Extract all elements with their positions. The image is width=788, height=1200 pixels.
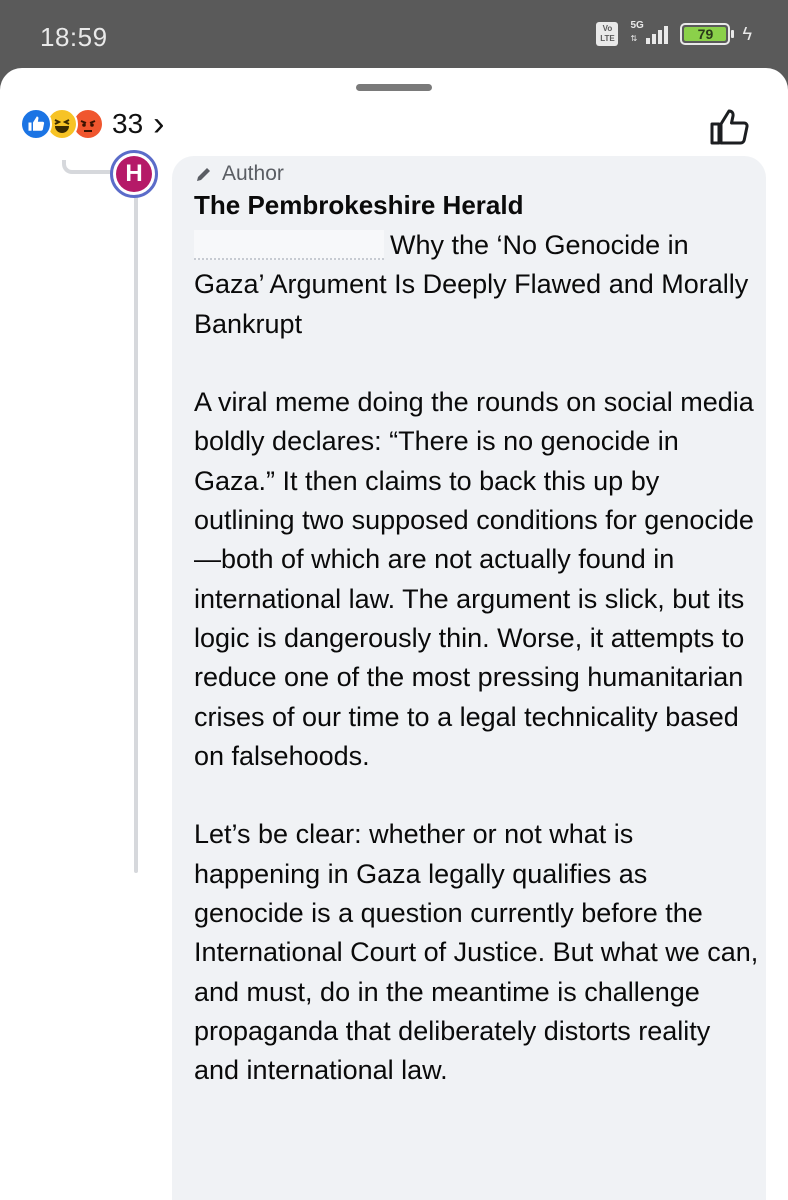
battery-icon: 79 (680, 23, 735, 45)
status-icons: Vo LTE 5G ⇅ 79 ϟ (596, 20, 752, 46)
reaction-summary[interactable]: 33 › (20, 105, 165, 143)
network-type: 5G (630, 20, 644, 31)
comment-body: Why the ‘No Genocide in Gaza’ Argument I… (194, 226, 759, 1091)
thumbs-up-icon (710, 109, 749, 145)
reaction-count: 33 (112, 108, 144, 139)
drag-handle[interactable] (356, 84, 432, 91)
battery-level: 79 (684, 27, 727, 41)
comment-text: Why the ‘No Genocide in Gaza’ Argument I… (194, 230, 759, 1086)
signal-bar-2 (652, 34, 657, 44)
signal-icon: 5G ⇅ (626, 20, 672, 46)
volte-icon: Vo LTE (596, 22, 619, 46)
thread-connector (62, 160, 114, 174)
signal-bar-1 (646, 38, 651, 44)
status-bar: 18:59 Vo LTE 5G ⇅ 79 ϟ (0, 0, 788, 70)
avatar[interactable]: H (110, 150, 158, 198)
charging-icon: ϟ (742, 23, 752, 44)
redacted-mention (194, 230, 384, 260)
data-arrows-icon: ⇅ (630, 34, 638, 43)
comment-sheet: 33 › H Author The Pembrokeshire Herald W… (0, 68, 788, 1200)
signal-bar-3 (658, 30, 663, 44)
thread-line (134, 168, 138, 873)
pencil-icon (197, 168, 210, 181)
author-badge: Author (194, 162, 284, 186)
like-icon (20, 108, 52, 140)
author-badge-label: Author (222, 162, 284, 185)
herald-logo-icon: H (116, 156, 152, 192)
comment-author[interactable]: The Pembrokeshire Herald (194, 190, 523, 221)
chevron-right-icon: › (153, 105, 165, 143)
like-button[interactable] (708, 106, 750, 148)
comment-bubble[interactable]: Author The Pembrokeshire Herald Why the … (172, 156, 766, 1200)
status-time: 18:59 (40, 22, 108, 52)
signal-bar-4 (664, 26, 669, 44)
